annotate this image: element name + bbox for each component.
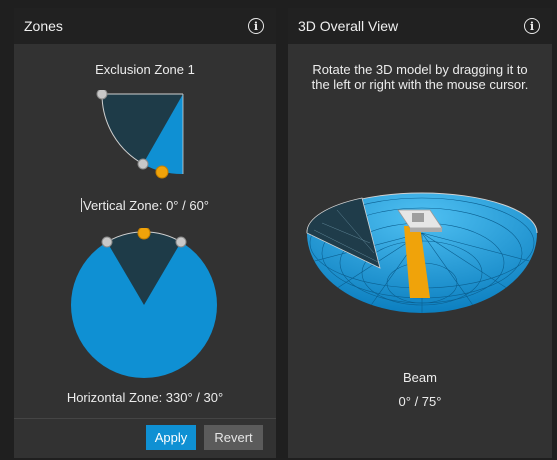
zones-panel: Zones i Exclusion Zone 1 Vertical Zone: … (14, 8, 276, 458)
rotate-instruction: Rotate the 3D model by dragging it to th… (311, 62, 529, 92)
revert-button[interactable]: Revert (204, 425, 263, 450)
horizontal-handle-left[interactable] (101, 236, 113, 248)
3d-model-view[interactable] (302, 158, 542, 318)
vertical-handle-start[interactable] (137, 158, 149, 170)
vertical-zone-editor[interactable] (84, 90, 204, 190)
button-bar: Apply Revert (14, 418, 276, 458)
view-header: 3D Overall View i (288, 8, 552, 44)
vertical-handle-top[interactable] (96, 90, 108, 100)
zones-header: Zones i (14, 8, 276, 44)
text-cursor (80, 198, 82, 212)
zone-name: Exclusion Zone 1 (95, 62, 195, 77)
beam-value: 0° / 75° (398, 394, 442, 409)
horizontal-zone-editor[interactable] (69, 228, 219, 388)
vertical-zone-label: Vertical Zone: 0° / 60° (82, 198, 210, 213)
zones-title: Zones (24, 18, 63, 34)
beam-label: Beam (403, 370, 437, 385)
vertical-zone-row: Vertical Zone: 0° / 60° (14, 198, 276, 213)
horizontal-handle-center[interactable] (137, 228, 151, 240)
info-circle-icon[interactable]: i (248, 18, 264, 34)
view-title: 3D Overall View (298, 18, 399, 34)
horizontal-zone-label: Horizontal Zone: 330° / 30° (66, 390, 224, 405)
view-panel: 3D Overall View i Rotate the 3D model by… (288, 8, 552, 458)
apply-button[interactable]: Apply (146, 425, 196, 450)
info-circle-icon[interactable]: i (524, 18, 540, 34)
vertical-handle-end[interactable] (155, 165, 169, 179)
horizontal-handle-right[interactable] (175, 236, 187, 248)
